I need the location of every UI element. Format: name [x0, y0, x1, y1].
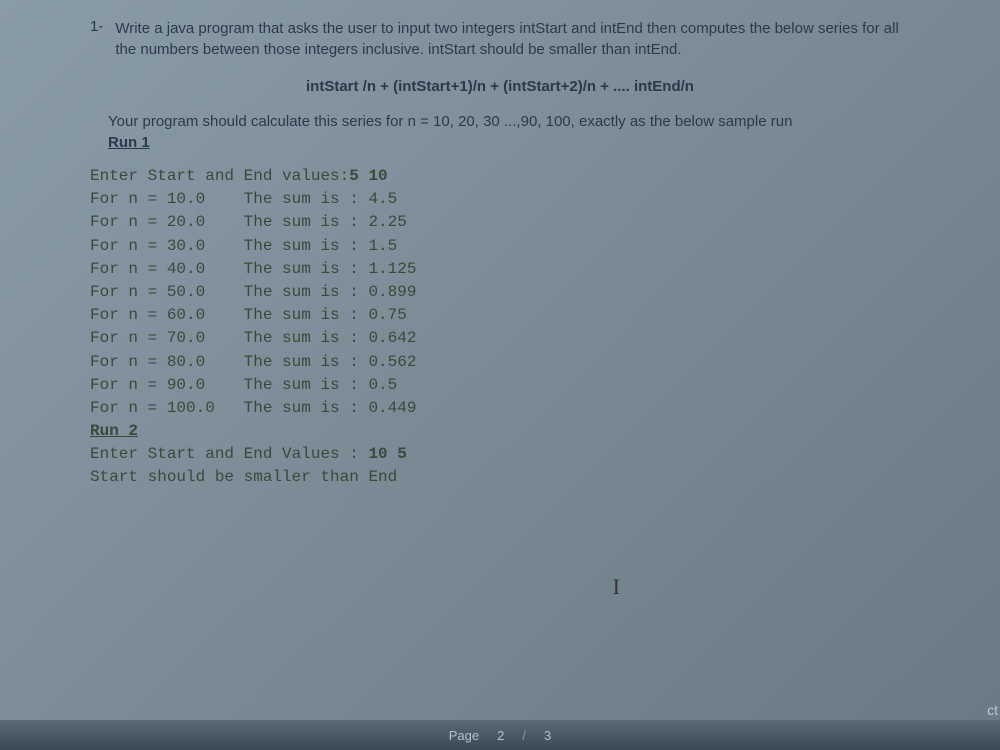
status-bar: Page 2 / 3 [0, 720, 1000, 750]
question-number: 1- [90, 18, 103, 60]
console-row: For n = 10.0 The sum is : 4.5 [90, 188, 910, 211]
page-total: 3 [544, 728, 551, 743]
console-row: For n = 30.0 The sum is : 1.5 [90, 235, 910, 258]
console-row: For n = 40.0 The sum is : 1.125 [90, 258, 910, 281]
document-page: 1- Write a java program that asks the us… [90, 18, 910, 490]
run2-label: Run 2 [90, 420, 910, 443]
console-input-2: 10 5 [368, 445, 406, 463]
instruction-text: Your program should calculate this serie… [108, 113, 910, 130]
console-row: For n = 20.0 The sum is : 2.25 [90, 211, 910, 234]
question-text: Write a java program that asks the user … [115, 18, 910, 60]
question-header: 1- Write a java program that asks the us… [90, 18, 910, 60]
console-output: Enter Start and End values:5 10 For n = … [90, 165, 910, 490]
console-row: For n = 70.0 The sum is : 0.642 [90, 327, 910, 350]
console-row: For n = 60.0 The sum is : 0.75 [90, 304, 910, 327]
run1-label: Run 1 [108, 134, 150, 151]
console-row: For n = 100.0 The sum is : 0.449 [90, 397, 910, 420]
page-current: 2 [497, 728, 504, 743]
console-row: For n = 50.0 The sum is : 0.899 [90, 281, 910, 304]
console-error: Start should be smaller than End [90, 466, 910, 489]
page-label: Page [449, 728, 479, 743]
ct-label: ct [987, 702, 998, 718]
console-input-1: 5 10 [349, 167, 387, 185]
text-cursor: I [613, 574, 620, 600]
page-sep: / [522, 728, 526, 743]
console-row: For n = 80.0 The sum is : 0.562 [90, 351, 910, 374]
console-row: For n = 90.0 The sum is : 0.5 [90, 374, 910, 397]
console-prompt-1: Enter Start and End values:5 10 [90, 165, 910, 188]
console-prompt-2: Enter Start and End Values : 10 5 [90, 443, 910, 466]
formula: intStart /n + (intStart+1)/n + (intStart… [90, 78, 910, 95]
